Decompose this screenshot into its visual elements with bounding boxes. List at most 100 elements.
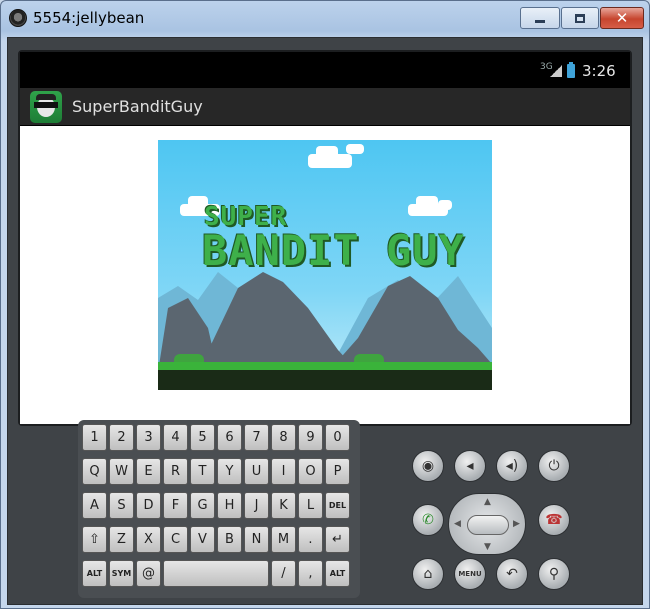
key[interactable]: X — [136, 526, 161, 553]
game-splash-image[interactable]: SUPER BANDIT GUY — [158, 140, 492, 390]
key[interactable]: 8 — [271, 424, 296, 451]
key[interactable]: J — [244, 492, 269, 519]
key[interactable]: O — [298, 458, 323, 485]
key[interactable]: DEL — [325, 492, 350, 519]
camera-button[interactable]: ◉ — [412, 450, 444, 482]
key[interactable]: ⇧ — [82, 526, 107, 553]
bandit-app-icon[interactable] — [30, 91, 62, 123]
key[interactable]: , — [298, 560, 323, 587]
key[interactable]: ALT — [82, 560, 107, 587]
window-titlebar[interactable]: 5554:jellybean ✕ — [1, 1, 649, 37]
key[interactable]: Z — [109, 526, 134, 553]
battery-icon — [567, 62, 575, 78]
key[interactable]: N — [244, 526, 269, 553]
key-label: H — [224, 498, 235, 513]
menu-button[interactable]: MENU — [454, 558, 486, 590]
end-call-button[interactable]: ☎ — [538, 504, 570, 536]
key[interactable]: 5 — [190, 424, 215, 451]
back-button[interactable]: ↶ — [496, 558, 528, 590]
key-label: Y — [225, 464, 234, 479]
emulator-body: 3G 3:26 SuperBanditGuy SUPER BANDIT GUY … — [7, 37, 643, 605]
key[interactable]: K — [271, 492, 296, 519]
cloud — [316, 146, 338, 158]
key[interactable]: Y — [217, 458, 242, 485]
key[interactable]: V — [190, 526, 215, 553]
key[interactable]: M — [271, 526, 296, 553]
app-action-bar: SuperBanditGuy — [20, 88, 630, 126]
key-label: . — [308, 532, 313, 547]
power-button[interactable]: ⏻ — [538, 450, 570, 482]
dpad-left-icon[interactable]: ◀ — [454, 519, 461, 529]
key[interactable]: G — [190, 492, 215, 519]
key[interactable]: T — [190, 458, 215, 485]
key[interactable]: A — [82, 492, 107, 519]
close-button[interactable]: ✕ — [600, 7, 644, 29]
key[interactable]: U — [244, 458, 269, 485]
key-label: X — [144, 532, 153, 547]
key-label: T — [198, 464, 207, 479]
key[interactable]: E — [136, 458, 161, 485]
minimize-button[interactable] — [520, 7, 560, 29]
key-label: 0 — [333, 430, 342, 445]
maximize-button[interactable] — [561, 7, 599, 29]
key[interactable]: SYM — [109, 560, 134, 587]
home-button[interactable]: ⌂ — [412, 558, 444, 590]
key[interactable]: I — [271, 458, 296, 485]
dpad-right-icon[interactable]: ▶ — [513, 519, 520, 529]
key[interactable]: 6 — [217, 424, 242, 451]
key[interactable]: W — [109, 458, 134, 485]
key-label: Q — [89, 464, 100, 479]
volume-up-button[interactable]: ◂) — [496, 450, 528, 482]
android-status-bar: 3G 3:26 — [20, 52, 630, 88]
search-button[interactable]: ⚲ — [538, 558, 570, 590]
space-key[interactable] — [163, 560, 269, 587]
key-label: 9 — [306, 430, 315, 445]
key-label: P — [333, 464, 342, 479]
key[interactable]: Q — [82, 458, 107, 485]
key[interactable]: 2 — [109, 424, 134, 451]
volume-down-button[interactable]: ◂ — [454, 450, 486, 482]
hardware-keyboard: 1 2 3 4 5 6 7 8 9 0 Q W E R T Y U I O P A S D F G H J K L DEL ⇧ Z X C V B N M… — [78, 420, 360, 598]
key[interactable]: 4 — [163, 424, 188, 451]
call-button[interactable]: ✆ — [412, 504, 444, 536]
key[interactable]: @ — [136, 560, 161, 587]
key[interactable]: 9 — [298, 424, 323, 451]
key[interactable]: H — [217, 492, 242, 519]
dpad-down-icon[interactable]: ▼ — [484, 542, 491, 552]
key-label: 6 — [225, 430, 234, 445]
key[interactable]: F — [163, 492, 188, 519]
key[interactable]: L — [298, 492, 323, 519]
key[interactable]: ALT — [325, 560, 350, 587]
window-title: 5554:jellybean — [33, 9, 145, 27]
key-label: Z — [117, 532, 126, 547]
key-label: M — [277, 532, 290, 547]
key-label: ALT — [86, 569, 103, 578]
dpad-center-button[interactable] — [467, 515, 509, 535]
back-icon: ↶ — [506, 566, 518, 582]
key-label: L — [306, 498, 315, 513]
key-label: A — [90, 498, 99, 513]
key[interactable]: P — [325, 458, 350, 485]
key-label: K — [279, 498, 288, 513]
key-label: 2 — [117, 430, 126, 445]
key[interactable]: . — [298, 526, 323, 553]
key[interactable]: / — [271, 560, 296, 587]
key-label: 8 — [279, 430, 288, 445]
key[interactable]: D — [136, 492, 161, 519]
key-label: N — [251, 532, 262, 547]
key[interactable]: 0 — [325, 424, 350, 451]
key-label: @ — [142, 566, 155, 581]
key[interactable]: B — [217, 526, 242, 553]
dpad[interactable]: ▲ ▼ ◀ ▶ — [448, 493, 526, 555]
emulator-window: 5554:jellybean ✕ 3G 3:26 SuperBanditGuy — [0, 0, 650, 609]
dpad-up-icon[interactable]: ▲ — [484, 497, 491, 507]
key[interactable]: 3 — [136, 424, 161, 451]
key[interactable]: R — [163, 458, 188, 485]
menu-label: MENU — [458, 570, 482, 578]
key[interactable]: 1 — [82, 424, 107, 451]
key[interactable]: 7 — [244, 424, 269, 451]
key[interactable]: S — [109, 492, 134, 519]
key[interactable]: C — [163, 526, 188, 553]
key-label: I — [281, 464, 286, 479]
key[interactable]: ↵ — [325, 526, 350, 553]
